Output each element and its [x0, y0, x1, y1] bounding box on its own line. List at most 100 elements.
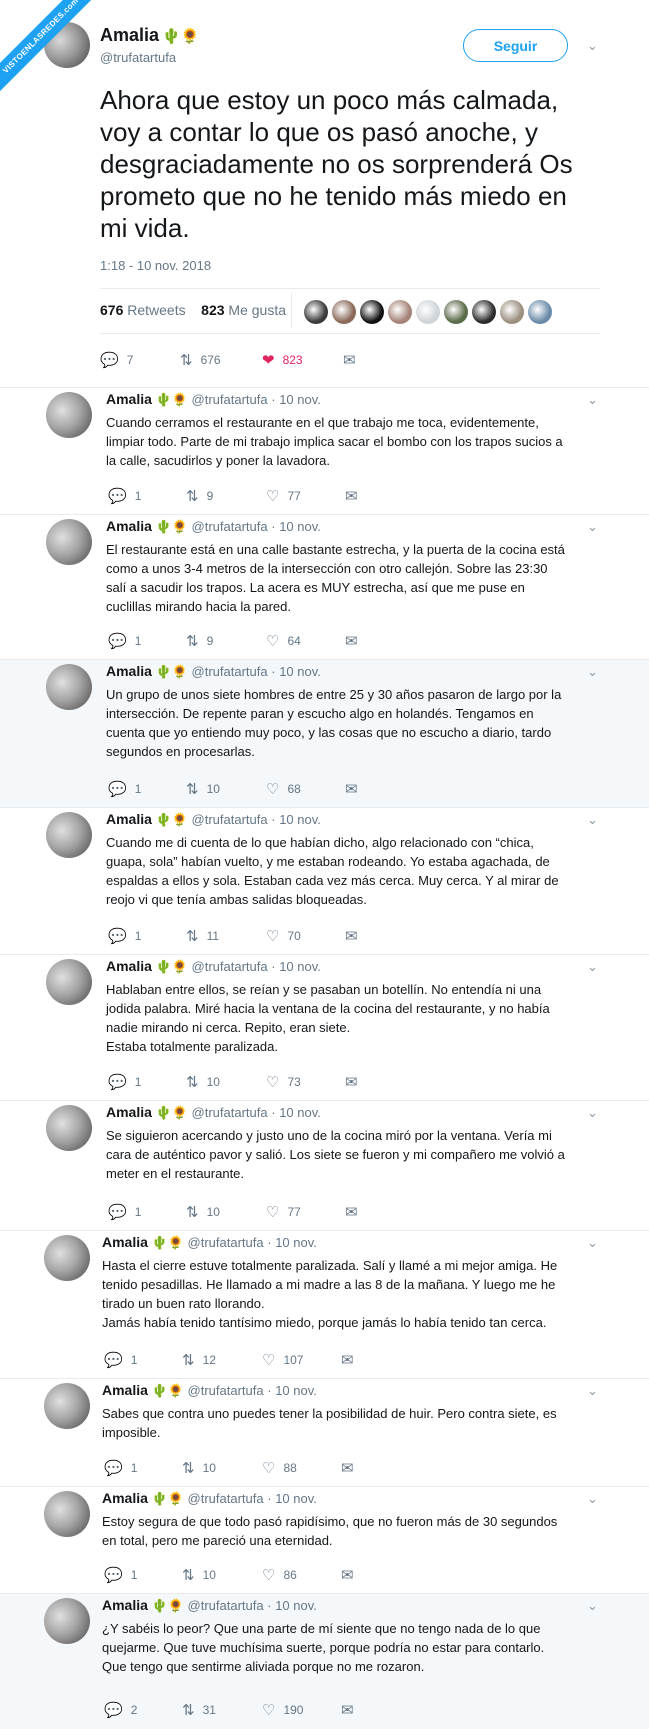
like-button[interactable]: ♡ 77 — [266, 487, 301, 505]
like-button[interactable]: ♡ 73 — [266, 1073, 301, 1091]
author-handle[interactable]: @trufatartufa — [100, 50, 176, 65]
avatar[interactable] — [46, 1105, 92, 1151]
tweet-date[interactable]: · 10 nov. — [271, 1105, 321, 1120]
reply-button[interactable]: 💬 1 — [108, 1203, 141, 1221]
author-handle[interactable]: @trufatartufa — [192, 392, 268, 407]
reply-button[interactable]: 💬 2 — [104, 1701, 137, 1719]
message-button[interactable]: ✉ — [341, 1566, 362, 1584]
tweet-date[interactable]: · 10 nov. — [271, 519, 321, 534]
message-button[interactable]: ✉ — [343, 351, 364, 369]
liker-avatar[interactable] — [528, 300, 552, 324]
author-name[interactable]: Amalia — [106, 391, 152, 407]
like-button[interactable]: ♡ 190 — [262, 1701, 303, 1719]
tweet-date[interactable]: · 10 nov. — [267, 1491, 317, 1506]
message-button[interactable]: ✉ — [341, 1351, 362, 1369]
retweet-button[interactable]: ⇅ 31 — [182, 1701, 216, 1719]
chevron-down-icon[interactable]: ⌄ — [587, 812, 598, 828]
reply-tweet[interactable]: Amalia 🌵🌻 @trufatartufa · 10 nov. ⌄ Estoy … — [0, 1487, 649, 1594]
author-handle[interactable]: @trufatartufa — [188, 1491, 264, 1506]
author-name[interactable]: Amalia — [106, 663, 152, 679]
chevron-down-icon[interactable]: ⌄ — [587, 1235, 598, 1251]
author-name[interactable]: Amalia — [106, 958, 152, 974]
reply-tweet[interactable]: Amalia 🌵🌻 @trufatartufa · 10 nov. ⌄ Hasta … — [0, 1231, 649, 1379]
tweet-date[interactable]: · 10 nov. — [267, 1235, 317, 1250]
message-button[interactable]: ✉ — [345, 1073, 366, 1091]
reply-tweet[interactable]: Amalia 🌵🌻 @trufatartufa · 10 nov. ⌄ Hablab… — [0, 955, 649, 1101]
message-button[interactable]: ✉ — [345, 780, 366, 798]
chevron-down-icon[interactable]: ⌄ — [587, 1598, 598, 1614]
author-name[interactable]: Amalia — [102, 1490, 148, 1506]
liker-avatar[interactable] — [388, 300, 412, 324]
author-name[interactable]: Amalia — [102, 1597, 148, 1613]
chevron-down-icon[interactable]: ⌄ — [587, 1491, 598, 1507]
tweet-date[interactable]: · 10 nov. — [271, 392, 321, 407]
like-button[interactable]: ♡ 70 — [266, 927, 301, 945]
avatar[interactable] — [46, 392, 92, 438]
retweet-button[interactable]: ⇅ 9 — [186, 632, 213, 650]
retweets-stat[interactable]: 676 Retweets — [100, 302, 186, 318]
like-button[interactable]: ♡ 77 — [266, 1203, 301, 1221]
like-button[interactable]: ♡ 64 — [266, 632, 301, 650]
reply-tweet[interactable]: Amalia 🌵🌻 @trufatartufa · 10 nov. ⌄ Cuando… — [0, 808, 649, 955]
chevron-down-icon[interactable]: ⌄ — [587, 1105, 598, 1121]
author-handle[interactable]: @trufatartufa — [192, 1105, 268, 1120]
message-button[interactable]: ✉ — [341, 1701, 362, 1719]
reply-button[interactable]: 💬 1 — [104, 1351, 137, 1369]
reply-button[interactable]: 💬 1 — [104, 1566, 137, 1584]
like-button[interactable]: ❤ 823 — [262, 351, 303, 369]
chevron-down-icon[interactable]: ⌄ — [587, 959, 598, 975]
chevron-down-icon[interactable]: ⌄ — [587, 519, 598, 535]
chevron-down-icon[interactable]: ⌄ — [587, 392, 598, 408]
author-name[interactable]: Amalia — [106, 811, 152, 827]
like-button[interactable]: ♡ 86 — [262, 1566, 297, 1584]
author-handle[interactable]: @trufatartufa — [192, 812, 268, 827]
like-button[interactable]: ♡ 88 — [262, 1459, 297, 1477]
message-button[interactable]: ✉ — [345, 1203, 366, 1221]
reply-button[interactable]: 💬 1 — [108, 1073, 141, 1091]
chevron-down-icon[interactable]: ⌄ — [587, 664, 598, 680]
retweet-button[interactable]: ⇅ 10 — [182, 1459, 216, 1477]
retweet-button[interactable]: ⇅ 10 — [182, 1566, 216, 1584]
tweet-date[interactable]: · 10 nov. — [267, 1598, 317, 1613]
liker-avatar[interactable] — [360, 300, 384, 324]
retweet-button[interactable]: ⇅ 12 — [182, 1351, 216, 1369]
reply-tweet[interactable]: Amalia 🌵🌻 @trufatartufa · 10 nov. ⌄ El res… — [0, 515, 649, 660]
tweet-date[interactable]: · 10 nov. — [267, 1383, 317, 1398]
like-button[interactable]: ♡ 68 — [266, 780, 301, 798]
likes-stat[interactable]: 823 Me gusta — [201, 302, 286, 318]
author-handle[interactable]: @trufatartufa — [192, 664, 268, 679]
retweet-button[interactable]: ⇅ 10 — [186, 1203, 220, 1221]
reply-button[interactable]: 💬 1 — [108, 632, 141, 650]
chevron-down-icon[interactable]: ⌄ — [587, 1383, 598, 1399]
author-handle[interactable]: @trufatartufa — [188, 1383, 264, 1398]
chevron-down-icon[interactable]: ⌄ — [587, 38, 598, 54]
retweet-button[interactable]: ⇅ 9 — [186, 487, 213, 505]
message-button[interactable]: ✉ — [345, 927, 366, 945]
author-name[interactable]: Amalia — [102, 1234, 148, 1250]
avatar[interactable] — [46, 812, 92, 858]
tweet-date[interactable]: · 10 nov. — [271, 812, 321, 827]
liker-avatar[interactable] — [416, 300, 440, 324]
message-button[interactable]: ✉ — [345, 632, 366, 650]
retweet-button[interactable]: ⇅ 11 — [186, 927, 219, 945]
like-button[interactable]: ♡ 107 — [262, 1351, 303, 1369]
reply-button[interactable]: 💬 1 — [104, 1459, 137, 1477]
reply-button[interactable]: 💬 1 — [108, 487, 141, 505]
avatar[interactable] — [44, 1383, 90, 1429]
author-handle[interactable]: @trufatartufa — [188, 1598, 264, 1613]
reply-tweet[interactable]: Amalia 🌵🌻 @trufatartufa · 10 nov. ⌄ Cuando… — [0, 388, 649, 515]
liker-avatar[interactable] — [472, 300, 496, 324]
retweet-button[interactable]: ⇅ 676 — [180, 351, 221, 369]
avatar[interactable] — [44, 1491, 90, 1537]
tweet-date[interactable]: · 10 nov. — [271, 664, 321, 679]
message-button[interactable]: ✉ — [345, 487, 366, 505]
liker-avatar[interactable] — [500, 300, 524, 324]
tweet-timestamp[interactable]: 1:18 - 10 nov. 2018 — [100, 258, 211, 273]
author-name[interactable]: Amalia 🌵🌻 — [100, 25, 199, 46]
reply-tweet[interactable]: Amalia 🌵🌻 @trufatartufa · 10 nov. ⌄ ¿Y sab… — [0, 1594, 649, 1729]
follow-button[interactable]: Seguir — [463, 29, 568, 62]
avatar[interactable] — [44, 1235, 90, 1281]
avatar[interactable] — [44, 1598, 90, 1644]
reply-button[interactable]: 💬 1 — [108, 780, 141, 798]
reply-tweet[interactable]: Amalia 🌵🌻 @trufatartufa · 10 nov. ⌄ Un gru… — [0, 660, 649, 808]
